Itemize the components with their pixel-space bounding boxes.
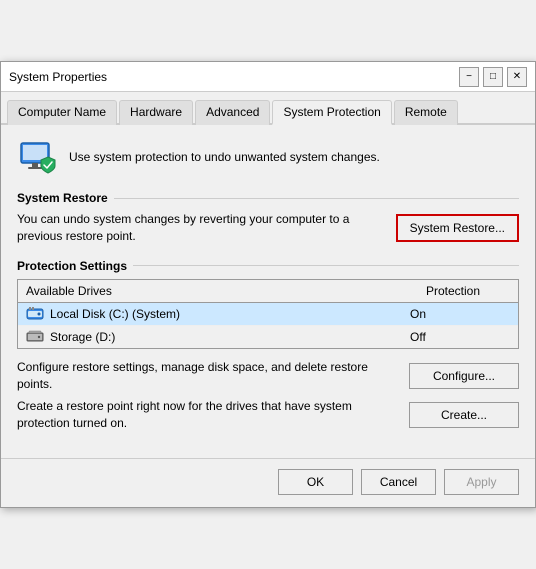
protection-settings-section: Protection Settings Available Drives Pro… (17, 259, 519, 432)
col-drives: Available Drives (18, 280, 418, 302)
header-description: Use system protection to undo unwanted s… (69, 150, 380, 164)
header-section: Use system protection to undo unwanted s… (17, 137, 519, 177)
cancel-button[interactable]: Cancel (361, 469, 436, 495)
create-description: Create a restore point right now for the… (17, 398, 399, 432)
configure-description: Configure restore settings, manage disk … (17, 359, 399, 393)
system-restore-row: You can undo system changes by reverting… (17, 211, 519, 245)
storage-icon (26, 329, 44, 345)
system-restore-description: You can undo system changes by reverting… (17, 211, 386, 245)
protection-settings-header: Protection Settings (17, 259, 519, 273)
drive-name-cell: Local Disk (C:) (System) (26, 306, 410, 322)
tab-system-protection[interactable]: System Protection (272, 100, 391, 125)
window-title: System Properties (9, 70, 107, 84)
tab-computer-name[interactable]: Computer Name (7, 100, 117, 125)
create-button[interactable]: Create... (409, 402, 519, 428)
system-properties-window: System Properties − □ ✕ Computer Name Ha… (0, 61, 536, 508)
system-restore-header: System Restore (17, 191, 519, 205)
system-restore-section: System Restore You can undo system chang… (17, 191, 519, 245)
configure-row: Configure restore settings, manage disk … (17, 359, 519, 393)
hdd-icon (26, 306, 44, 322)
table-row[interactable]: Local Disk (C:) (System) On (18, 303, 518, 326)
create-row: Create a restore point right now for the… (17, 398, 519, 432)
tab-bar: Computer Name Hardware Advanced System P… (1, 92, 535, 125)
title-bar: System Properties − □ ✕ (1, 62, 535, 92)
apply-button[interactable]: Apply (444, 469, 519, 495)
drive-name-cell: Storage (D:) (26, 329, 410, 345)
configure-button[interactable]: Configure... (409, 363, 519, 389)
table-header-row: Available Drives Protection (18, 280, 518, 303)
ok-button[interactable]: OK (278, 469, 353, 495)
protection-status-on: On (410, 307, 510, 321)
footer-buttons: OK Cancel Apply (1, 458, 535, 507)
maximize-button[interactable]: □ (483, 67, 503, 87)
drives-table: Available Drives Protection (17, 279, 519, 349)
table-row[interactable]: Storage (D:) Off (18, 326, 518, 348)
tab-advanced[interactable]: Advanced (195, 100, 270, 125)
shield-icon (17, 137, 57, 177)
close-button[interactable]: ✕ (507, 67, 527, 87)
minimize-button[interactable]: − (459, 67, 479, 87)
tab-hardware[interactable]: Hardware (119, 100, 193, 125)
system-restore-button[interactable]: System Restore... (396, 214, 519, 242)
tab-content: Use system protection to undo unwanted s… (1, 125, 535, 458)
protection-status-off: Off (410, 330, 510, 344)
col-protection: Protection (418, 280, 518, 302)
title-bar-controls: − □ ✕ (459, 67, 527, 87)
tab-remote[interactable]: Remote (394, 100, 458, 125)
